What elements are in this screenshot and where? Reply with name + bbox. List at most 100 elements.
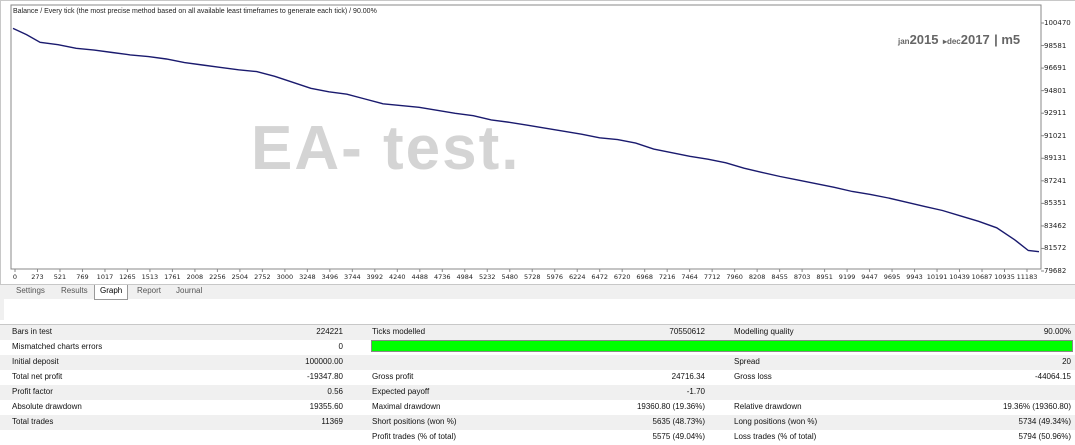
x-tick-label: 7712 bbox=[703, 273, 721, 281]
expected-payoff-value: -1.70 bbox=[686, 387, 705, 396]
x-tick-label: 6472 bbox=[591, 273, 608, 281]
tab-graph[interactable]: Graph bbox=[94, 285, 129, 300]
x-tick-label: 1513 bbox=[141, 273, 159, 281]
x-tick-label: 3496 bbox=[321, 273, 339, 281]
x-tick-label: 8951 bbox=[816, 273, 833, 281]
modelling-quality-bar bbox=[371, 340, 1073, 352]
y-tick-label: 83462 bbox=[1044, 221, 1067, 230]
tab-settings[interactable]: Settings bbox=[11, 285, 50, 299]
tab-journal[interactable]: Journal bbox=[171, 285, 207, 299]
x-tick-label: 2008 bbox=[186, 273, 204, 281]
table-row: Total trades 11369 Short positions (won … bbox=[0, 415, 1075, 430]
x-tick-label: 521 bbox=[53, 273, 67, 281]
profit-trades-label: Profit trades (% of total) bbox=[372, 432, 457, 441]
y-tick-label: 85351 bbox=[1044, 199, 1067, 208]
y-tick-label: 94801 bbox=[1044, 86, 1067, 95]
x-tick-label: 1017 bbox=[96, 273, 114, 281]
abs-drawdown-label: Absolute drawdown bbox=[12, 402, 82, 411]
x-tick-label: 7960 bbox=[726, 273, 743, 281]
x-tick-label: 4984 bbox=[456, 273, 474, 281]
x-tick-label: 2256 bbox=[209, 273, 226, 281]
period-label: jan2015 ▸dec2017 | m5 bbox=[898, 31, 1020, 49]
rel-drawdown-label: Relative drawdown bbox=[734, 402, 802, 411]
x-tick-label: 1761 bbox=[164, 273, 181, 281]
loss-trades-value: 5794 (50.96%) bbox=[1018, 432, 1071, 441]
x-tick-label: 5728 bbox=[523, 273, 541, 281]
abs-drawdown-value: 19355.60 bbox=[309, 402, 343, 411]
max-drawdown-value: 19360.80 (19.36%) bbox=[636, 402, 705, 411]
period-from-year: 2015 bbox=[909, 32, 939, 47]
x-tick-label: 9695 bbox=[883, 273, 901, 281]
table-row: Profit factor 0.56 Expected payoff -1.70 bbox=[0, 385, 1075, 400]
plot-frame bbox=[10, 4, 1042, 270]
x-tick-label: 8208 bbox=[748, 273, 766, 281]
y-tick-label: 96691 bbox=[1044, 64, 1067, 73]
y-tick-label: 87241 bbox=[1044, 176, 1067, 185]
spread-value: 20 bbox=[1062, 357, 1071, 366]
table-row: Initial deposit 100000.00 Spread 20 bbox=[0, 355, 1075, 370]
y-tick-label: 98581 bbox=[1044, 41, 1067, 50]
watermark: EA- test. bbox=[251, 114, 521, 183]
x-tick-label: 3992 bbox=[366, 273, 384, 281]
y-tick-label: 79682 bbox=[1044, 267, 1067, 275]
x-tick-label: 4240 bbox=[389, 273, 406, 281]
table-row: Total net profit -19347.80 Gross profit … bbox=[0, 370, 1075, 385]
x-tick-label: 11183 bbox=[1016, 273, 1038, 281]
short-positions-value: 5635 (48.73%) bbox=[652, 417, 705, 426]
x-tick-label: 6720 bbox=[613, 273, 631, 281]
tab-results[interactable]: Results bbox=[56, 285, 93, 299]
gross-loss-label: Gross loss bbox=[734, 372, 772, 381]
bars-label: Bars in test bbox=[12, 327, 53, 336]
balance-graph-panel: Balance / Every tick (the most precise m… bbox=[0, 0, 1075, 284]
rel-drawdown-value: 19.36% (19360.80) bbox=[1002, 402, 1071, 411]
x-tick-label: 6968 bbox=[636, 273, 653, 281]
period-to-month: dec bbox=[946, 37, 961, 46]
x-tick-label: 6224 bbox=[568, 273, 586, 281]
x-tick-label: 1265 bbox=[119, 273, 136, 281]
x-tick-label: 10191 bbox=[926, 273, 948, 281]
x-tick-label: 9943 bbox=[906, 273, 923, 281]
mismatch-label: Mismatched charts errors bbox=[12, 342, 103, 351]
gross-profit-label: Gross profit bbox=[372, 372, 414, 381]
period-timeframe: m5 bbox=[1001, 32, 1021, 47]
x-tick-label: 0 bbox=[12, 273, 18, 281]
x-tick-label: 7216 bbox=[658, 273, 676, 281]
x-tick-label: 3248 bbox=[299, 273, 316, 281]
profit-factor-value: 0.56 bbox=[327, 387, 343, 396]
x-tick-label: 4488 bbox=[411, 273, 429, 281]
x-tick-label: 9199 bbox=[838, 273, 856, 281]
deposit-value: 100000.00 bbox=[305, 357, 343, 366]
net-profit-value: -19347.80 bbox=[306, 372, 343, 381]
gross-loss-value: -44064.15 bbox=[1034, 372, 1071, 381]
x-tick-label: 3744 bbox=[344, 273, 361, 281]
x-tick-label: 5976 bbox=[546, 273, 563, 281]
x-tick-label: 8703 bbox=[793, 273, 811, 281]
quality-value: 90.00% bbox=[1043, 327, 1071, 336]
tester-tabs: Settings Results Graph Report Journal bbox=[0, 284, 1075, 300]
quality-label: Modelling quality bbox=[734, 327, 794, 336]
expected-payoff-label: Expected payoff bbox=[372, 387, 430, 396]
y-tick-label: 100470 bbox=[1044, 19, 1071, 27]
x-tick-label: 2504 bbox=[231, 273, 249, 281]
y-tick-label: 89131 bbox=[1044, 154, 1067, 163]
y-tick-label: 92911 bbox=[1044, 109, 1067, 118]
x-tick-label: 5480 bbox=[501, 273, 519, 281]
tab-report[interactable]: Report bbox=[132, 285, 166, 299]
period-from-month: jan bbox=[898, 37, 910, 46]
x-tick-label: 2752 bbox=[254, 273, 271, 281]
x-tick-label: 10935 bbox=[994, 273, 1015, 281]
ticks-label: Ticks modelled bbox=[372, 327, 426, 336]
x-tick-label: 8455 bbox=[771, 273, 788, 281]
profit-trades-value: 5575 (49.04%) bbox=[652, 432, 705, 441]
x-tick-label: 7464 bbox=[681, 273, 698, 281]
max-drawdown-label: Maximal drawdown bbox=[372, 402, 441, 411]
y-tick-label: 81572 bbox=[1044, 244, 1067, 253]
ticks-value: 70550612 bbox=[669, 327, 705, 336]
x-tick-label: 10439 bbox=[949, 273, 970, 281]
x-tick-label: 3000 bbox=[276, 273, 294, 281]
profit-factor-label: Profit factor bbox=[12, 387, 53, 396]
x-tick-label: 769 bbox=[76, 273, 89, 281]
total-trades-label: Total trades bbox=[12, 417, 54, 426]
x-tick-label: 5232 bbox=[478, 273, 496, 281]
long-positions-value: 5734 (49.34%) bbox=[1018, 417, 1071, 426]
